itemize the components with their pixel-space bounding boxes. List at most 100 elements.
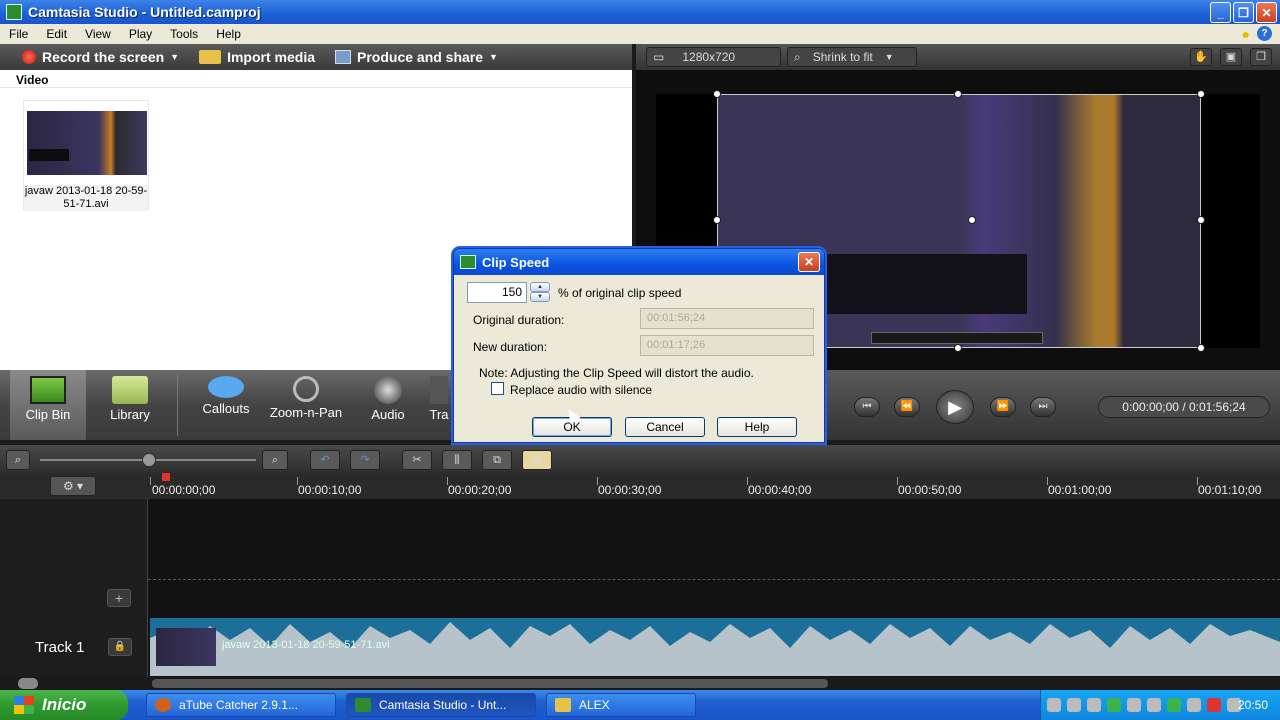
- maximize-button[interactable]: ❐: [1233, 2, 1254, 23]
- tray-icon[interactable]: [1147, 698, 1161, 712]
- cancel-button[interactable]: Cancel: [625, 417, 705, 437]
- play-button[interactable]: ▶: [936, 390, 974, 424]
- resize-handle[interactable]: [1197, 344, 1205, 352]
- tray-icon[interactable]: [1087, 698, 1101, 712]
- film-icon: [30, 376, 66, 404]
- resize-handle[interactable]: [1197, 90, 1205, 98]
- minimize-button[interactable]: _: [1210, 2, 1231, 23]
- tray-icon[interactable]: [1067, 698, 1081, 712]
- clip-bin-header: Video: [0, 70, 632, 88]
- tray-icon[interactable]: [1047, 698, 1061, 712]
- task-alex-folder[interactable]: ALEX: [546, 693, 696, 717]
- tool-audio[interactable]: Audio: [350, 370, 426, 440]
- menu-tools[interactable]: Tools: [161, 27, 207, 41]
- produce-share-button[interactable]: Produce and share ▼: [335, 49, 498, 65]
- zoom-dropdown[interactable]: ⌕ Shrink to fit ▼: [787, 47, 917, 67]
- track-settings-gear-icon[interactable]: ⚙ ▾: [50, 476, 96, 496]
- folder-icon: [199, 50, 222, 64]
- timeline-zoom-knob[interactable]: [18, 678, 38, 689]
- playhead[interactable]: [162, 473, 170, 481]
- lock-icon[interactable]: 🔒: [108, 638, 132, 656]
- menu-play[interactable]: Play: [120, 27, 161, 41]
- ruler-tick-label: 00:00:20;00: [448, 483, 512, 497]
- dimensions-dropdown[interactable]: ▭ 1280x720: [646, 47, 781, 67]
- tray-icon[interactable]: [1207, 698, 1221, 712]
- dialog-title: Clip Speed: [482, 254, 550, 270]
- menu-view[interactable]: View: [76, 27, 120, 41]
- record-screen-button[interactable]: Record the screen ▼: [22, 49, 179, 65]
- timecode-display: 0:00:00;00 / 0:01:56;24: [1098, 396, 1270, 418]
- tray-icon[interactable]: [1187, 698, 1201, 712]
- dialog-close-button[interactable]: ✕: [798, 252, 820, 272]
- tray-icon[interactable]: [1127, 698, 1141, 712]
- redo-icon[interactable]: ↷: [350, 450, 380, 470]
- timeline-ruler[interactable]: ⚙ ▾ 00:00:00;00 00:00:10;00 00:00:20;00 …: [0, 473, 1280, 499]
- zoom-out-icon[interactable]: ⌕: [6, 450, 30, 470]
- close-button[interactable]: ✕: [1256, 2, 1277, 23]
- stepper-up-icon[interactable]: ▲: [530, 282, 550, 292]
- timeline-scrollbar[interactable]: [0, 677, 1280, 690]
- fast-forward-icon[interactable]: ⏩: [990, 397, 1016, 417]
- lightbulb-icon[interactable]: ●: [1242, 26, 1250, 42]
- cut-icon[interactable]: ✂: [402, 450, 432, 470]
- hand-icon[interactable]: ✋: [1190, 48, 1212, 66]
- clip-thumbnail-item[interactable]: javaw 2013-01-18 20-59-51-71.avi: [23, 100, 149, 211]
- replace-audio-checkbox[interactable]: [491, 382, 504, 395]
- menu-edit[interactable]: Edit: [37, 27, 76, 41]
- resize-handle[interactable]: [1197, 216, 1205, 224]
- timeline-clip[interactable]: javaw 2013-01-18 20-59-51-71.avi: [150, 618, 1280, 676]
- skip-start-icon[interactable]: ⏮: [854, 397, 880, 417]
- task-label: aTube Catcher 2.9.1...: [179, 698, 298, 712]
- rotate-handle[interactable]: [968, 216, 976, 224]
- system-tray: 20:50: [1040, 690, 1280, 720]
- tool-clip-bin[interactable]: Clip Bin: [10, 370, 86, 440]
- zoom-in-icon[interactable]: ⌕: [262, 450, 288, 470]
- paste-icon[interactable]: ▤: [522, 450, 552, 470]
- task-label: ALEX: [579, 698, 610, 712]
- task-camtasia[interactable]: Camtasia Studio - Unt...: [346, 693, 536, 717]
- timeline-clip-name: javaw 2013-01-18 20-59-51-71.avi: [222, 639, 390, 651]
- replace-audio-label: Replace audio with silence: [510, 383, 653, 397]
- tray-icon[interactable]: [1107, 698, 1121, 712]
- new-duration-field: 00:01:17;26: [640, 335, 814, 356]
- tray-icon[interactable]: [1167, 698, 1181, 712]
- tool-clip-bin-label: Clip Bin: [25, 407, 71, 422]
- ruler-tick-label: 00:00:40;00: [748, 483, 812, 497]
- tool-zoom-n-pan[interactable]: Zoom-n-Pan: [268, 370, 344, 440]
- start-button[interactable]: Inicio: [0, 690, 128, 720]
- tool-audio-label: Audio: [371, 407, 405, 422]
- zoom-slider-thumb[interactable]: [142, 453, 156, 467]
- speed-input[interactable]: 150: [467, 282, 527, 303]
- camtasia-icon: [355, 698, 371, 712]
- fit-icon[interactable]: ▣: [1220, 48, 1242, 66]
- resize-handle[interactable]: [713, 90, 721, 98]
- menu-help[interactable]: Help: [207, 27, 250, 41]
- speed-stepper[interactable]: ▲ ▼: [530, 282, 550, 303]
- resize-handle[interactable]: [954, 344, 962, 352]
- resize-handle[interactable]: [954, 90, 962, 98]
- split-icon[interactable]: ⫼: [442, 450, 472, 470]
- copy-icon[interactable]: ⧉: [482, 450, 512, 470]
- stepper-down-icon[interactable]: ▼: [530, 292, 550, 302]
- tool-library[interactable]: Library: [92, 370, 168, 440]
- help-icon[interactable]: ?: [1257, 26, 1272, 41]
- add-track-button[interactable]: +: [107, 589, 131, 607]
- tool-callouts[interactable]: Callouts: [188, 370, 264, 440]
- undo-icon[interactable]: ↶: [310, 450, 340, 470]
- record-screen-label: Record the screen: [42, 49, 165, 65]
- tool-callouts-label: Callouts: [202, 401, 250, 416]
- tool-transitions[interactable]: Tra: [428, 370, 450, 440]
- track-label: Track 1: [35, 639, 85, 656]
- resize-handle[interactable]: [713, 216, 721, 224]
- tool-zoom-n-pan-label: Zoom-n-Pan: [269, 405, 343, 420]
- scrollbar-thumb[interactable]: [152, 679, 828, 688]
- rewind-icon[interactable]: ⏪: [894, 397, 920, 417]
- import-media-button[interactable]: Import media: [199, 49, 315, 65]
- skip-end-icon[interactable]: ⏭: [1030, 397, 1056, 417]
- detach-icon[interactable]: ❐: [1250, 48, 1272, 66]
- dimensions-label: 1280x720: [682, 50, 736, 64]
- clip-name: javaw 2013-01-18 20-59-51-71.avi: [24, 185, 148, 211]
- menu-file[interactable]: File: [0, 27, 37, 41]
- task-atube-catcher[interactable]: aTube Catcher 2.9.1...: [146, 693, 336, 717]
- help-button[interactable]: Help: [717, 417, 797, 437]
